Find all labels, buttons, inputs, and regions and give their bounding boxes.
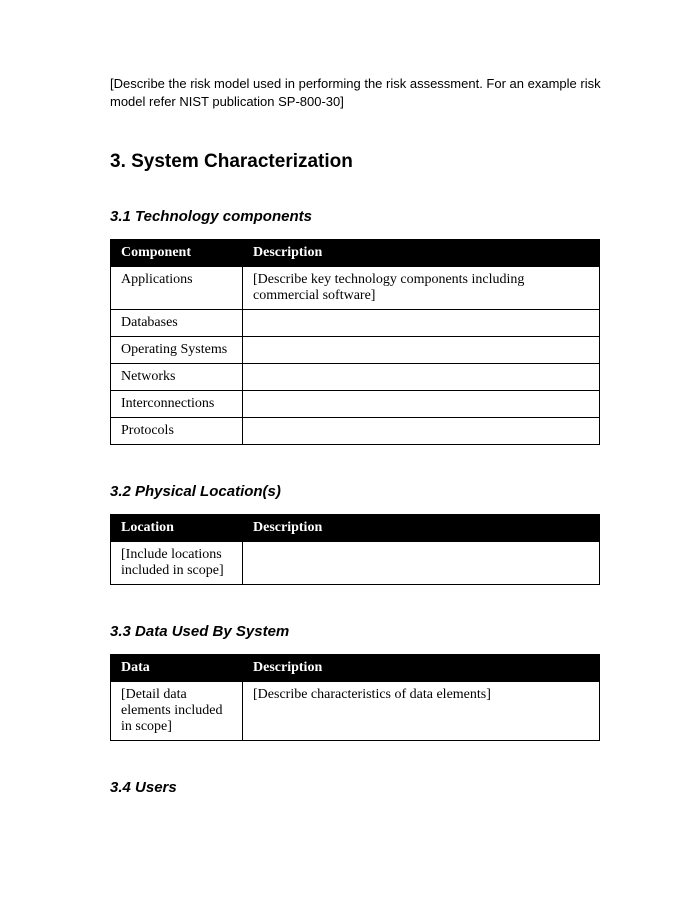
- table-cell: Operating Systems: [111, 337, 243, 364]
- table-cell: Databases: [111, 310, 243, 337]
- table-cell: [Describe characteristics of data elemen…: [243, 682, 600, 741]
- table-header-description: Description: [243, 515, 600, 542]
- physical-locations-table: Location Description [Include locations …: [110, 514, 600, 585]
- table-header-row: Location Description: [111, 515, 600, 542]
- table-cell: [243, 391, 600, 418]
- subsection-3-4: 3.4 Users: [110, 779, 605, 796]
- table-row: Networks: [111, 364, 600, 391]
- subsection-3-3: 3.3 Data Used By System Data Description…: [110, 623, 605, 741]
- table-cell: Interconnections: [111, 391, 243, 418]
- subsection-heading-3-1: 3.1 Technology components: [110, 208, 605, 225]
- subsection-heading-3-2: 3.2 Physical Location(s): [110, 483, 605, 500]
- subsection-3-1: 3.1 Technology components Component Desc…: [110, 208, 605, 445]
- table-cell: Protocols: [111, 418, 243, 445]
- table-cell: [243, 542, 600, 585]
- table-header-row: Component Description: [111, 240, 600, 267]
- technology-components-table: Component Description Applications [Desc…: [110, 239, 600, 445]
- table-cell: [Describe key technology components incl…: [243, 267, 600, 310]
- table-row: Protocols: [111, 418, 600, 445]
- table-row: [Detail data elements included in scope]…: [111, 682, 600, 741]
- table-cell: [Include locations included in scope]: [111, 542, 243, 585]
- table-row: Interconnections: [111, 391, 600, 418]
- table-cell: [243, 310, 600, 337]
- table-header-row: Data Description: [111, 655, 600, 682]
- table-row: [Include locations included in scope]: [111, 542, 600, 585]
- table-header-description: Description: [243, 240, 600, 267]
- table-header-description: Description: [243, 655, 600, 682]
- subsection-3-2: 3.2 Physical Location(s) Location Descri…: [110, 483, 605, 585]
- data-used-table: Data Description [Detail data elements i…: [110, 654, 600, 741]
- subsection-heading-3-4: 3.4 Users: [110, 779, 605, 796]
- table-cell: Networks: [111, 364, 243, 391]
- intro-text: [Describe the risk model used in perform…: [110, 75, 605, 111]
- subsection-heading-3-3: 3.3 Data Used By System: [110, 623, 605, 640]
- table-header-location: Location: [111, 515, 243, 542]
- table-row: Databases: [111, 310, 600, 337]
- table-cell: [243, 418, 600, 445]
- section-heading: 3. System Characterization: [110, 151, 605, 173]
- table-row: Operating Systems: [111, 337, 600, 364]
- table-cell: [243, 364, 600, 391]
- table-row: Applications [Describe key technology co…: [111, 267, 600, 310]
- table-header-component: Component: [111, 240, 243, 267]
- table-cell: [Detail data elements included in scope]: [111, 682, 243, 741]
- table-cell: Applications: [111, 267, 243, 310]
- table-cell: [243, 337, 600, 364]
- table-header-data: Data: [111, 655, 243, 682]
